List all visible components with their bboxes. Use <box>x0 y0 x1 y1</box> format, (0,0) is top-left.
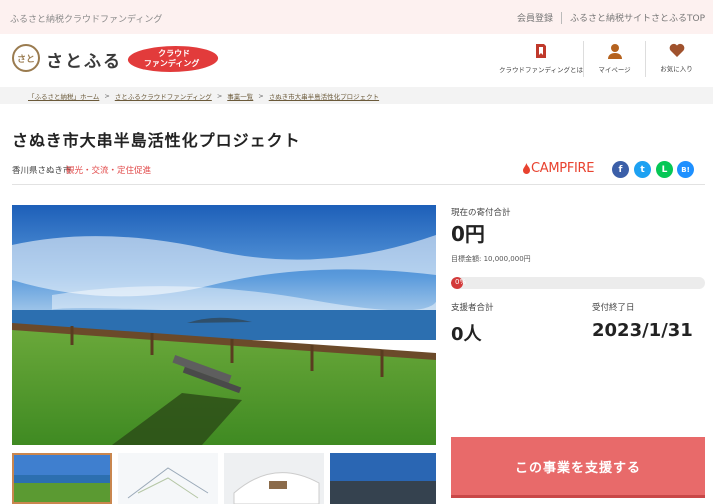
project-category[interactable]: 観光・交流・定住促進 <box>66 164 151 176</box>
hatena-glyph: B! <box>681 165 690 174</box>
utility-links: 会員登録 ふるさと納税サイトさとふるTOP <box>517 11 705 24</box>
line-share-icon[interactable]: L <box>656 161 673 178</box>
progress-bar: 0% <box>451 277 705 289</box>
site-logo-text[interactable]: さとふる <box>46 47 122 72</box>
facebook-share-icon[interactable]: f <box>612 161 629 178</box>
gallery-thumbnail[interactable] <box>224 453 324 504</box>
nav-label: マイページ <box>598 66 631 74</box>
progress-percent: 0% <box>455 278 467 286</box>
current-donation-amount: 0円 <box>451 222 485 246</box>
campfire-logo[interactable]: CAMPFIRE <box>522 161 594 176</box>
nav-about-crowdfunding[interactable]: クラウドファンディングとは <box>499 41 583 77</box>
gallery-thumbnail[interactable] <box>330 453 436 504</box>
breadcrumb-current[interactable]: さぬき市大串半島活性化プロジェクト <box>269 91 379 101</box>
breadcrumb-project-list[interactable]: 事業一覧 <box>227 91 253 101</box>
project-main-image <box>12 205 436 445</box>
support-project-button[interactable]: この事業を支援する <box>451 437 705 498</box>
breadcrumb-separator: > <box>216 92 223 100</box>
heart-icon <box>669 43 684 57</box>
supporters-count: 0人 <box>451 324 482 345</box>
campfire-logo-text: CAMPFIRE <box>531 161 595 176</box>
register-link[interactable]: 会員登録 <box>517 11 553 24</box>
badge-line-2: ファンディング <box>144 59 200 68</box>
goal-amount: 目標金額: 10,000,000円 <box>451 255 531 263</box>
thumbnail-image <box>12 453 112 504</box>
link-divider <box>560 11 562 24</box>
page-title: さぬき市大串半島活性化プロジェクト <box>12 131 301 150</box>
facebook-glyph: f <box>618 164 623 175</box>
twitter-glyph: t <box>640 164 645 175</box>
deadline-date: 2023/1/31 <box>592 320 693 341</box>
breadcrumb-separator: > <box>258 92 264 100</box>
supporters-label: 支援者合計 <box>451 303 494 313</box>
satofull-logo-icon[interactable]: さと <box>12 44 40 72</box>
utility-bar: ふるさと納税クラウドファンディング 会員登録 ふるさと納税サイトさとふるTOP <box>0 0 713 34</box>
thumbnail-image <box>224 453 324 504</box>
user-icon <box>607 44 622 59</box>
project-region: 香川県さぬき市 <box>12 166 72 176</box>
breadcrumb: 「ふるさと納税」ホーム > さとふるクラウドファンディング > 事業一覧 > さ… <box>28 91 379 101</box>
thumbnail-image <box>118 453 218 504</box>
badge-line-1: クラウド <box>158 49 191 58</box>
nav-label: お気に入り <box>660 65 693 73</box>
breadcrumb-home[interactable]: 「ふるさと納税」ホーム <box>28 91 99 101</box>
title-divider <box>12 184 705 185</box>
nav-mypage[interactable]: マイページ <box>583 41 645 77</box>
satofull-top-link[interactable]: ふるさと納税サイトさとふるTOP <box>570 11 705 24</box>
book-icon <box>536 44 546 58</box>
flame-icon <box>523 162 530 174</box>
breadcrumb-separator: > <box>104 92 110 100</box>
nav-favorites[interactable]: お気に入り <box>645 41 707 77</box>
hatena-bookmark-icon[interactable]: B! <box>677 161 694 178</box>
nav-label: クラウドファンディングとは <box>498 66 584 74</box>
logo-mark-text: さと <box>16 54 35 65</box>
gallery-thumbnail[interactable] <box>12 453 112 504</box>
header-nav: クラウドファンディングとは マイページ お気に入り <box>499 41 707 77</box>
twitter-share-icon[interactable]: t <box>634 161 651 178</box>
crowdfunding-badge: クラウド ファンディング <box>125 46 221 72</box>
deadline-label: 受付終了日 <box>592 303 635 313</box>
thumbnail-image <box>330 453 436 504</box>
coastal-park-scene <box>12 205 436 445</box>
breadcrumb-crowdfunding[interactable]: さとふるクラウドファンディング <box>115 91 212 101</box>
site-tagline: ふるさと納税クラウドファンディング <box>10 15 163 25</box>
current-donation-label: 現在の寄付合計 <box>451 208 511 218</box>
line-glyph: L <box>661 164 668 175</box>
gallery-thumbnail[interactable] <box>118 453 218 504</box>
